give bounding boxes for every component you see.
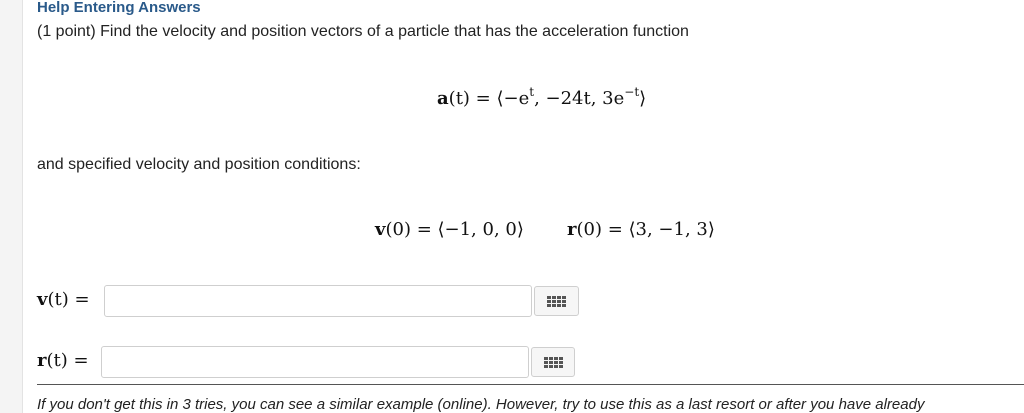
velocity-equation-palette-button[interactable] [534,286,579,316]
left-gutter [0,0,23,413]
position-answer-input[interactable] [101,346,529,378]
initial-velocity-value: (0) = ⟨−1, 0, 0⟩ [385,219,524,240]
acceleration-equation: a(t) = ⟨−et, −24t, 3e−t⟩ [437,85,647,109]
section-divider [37,384,1024,385]
hint-note: If you don't get this in 3 tries, you ca… [37,396,925,413]
acceleration-close: ⟩ [639,88,647,109]
position-answer-label: r(t) = [37,350,89,371]
initial-position-value: (0) = ⟨3, −1, 3⟩ [576,219,715,240]
acceleration-lhs: (t) = ⟨−e [448,88,530,109]
acceleration-symbol: a [437,88,449,109]
velocity-answer-label: v(t) = [37,289,90,310]
velocity-answer-input[interactable] [104,285,532,317]
acceleration-middle: , −24t, 3e [534,88,625,109]
position-answer-label-rest: (t) = [46,350,89,371]
grid-icon [547,295,566,307]
grid-icon [543,356,563,368]
conditions-text: and specified velocity and position cond… [37,156,361,173]
position-equation-palette-button[interactable] [531,347,575,377]
initial-position: r(0) = ⟨3, −1, 3⟩ [567,219,715,240]
velocity-answer-label-rest: (t) = [47,289,90,310]
initial-velocity: v(0) = ⟨−1, 0, 0⟩ [375,219,524,240]
problem-prompt: (1 point) Find the velocity and position… [37,23,689,40]
velocity-symbol: v [375,219,386,240]
velocity-answer-symbol: v [37,289,48,310]
acceleration-exponent-2: −t [624,85,640,99]
help-entering-answers-link[interactable]: Help Entering Answers [37,0,201,16]
